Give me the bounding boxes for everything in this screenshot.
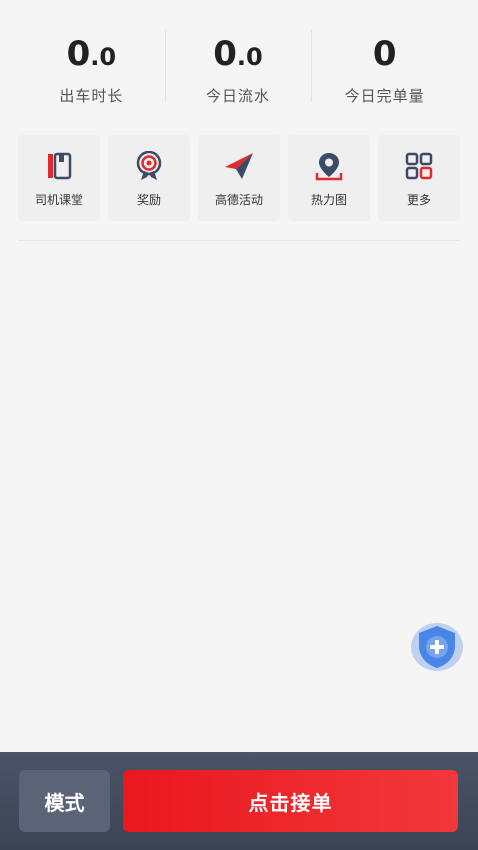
feature-heatmap[interactable]: 热力图 bbox=[288, 135, 370, 221]
stat-label: 今日完单量 bbox=[344, 87, 425, 105]
location-pin-icon bbox=[313, 150, 345, 182]
feature-label: 司机课堂 bbox=[34, 193, 83, 207]
feature-driver-class[interactable]: 司机课堂 bbox=[18, 135, 100, 221]
feature-label: 奖励 bbox=[136, 193, 161, 207]
stat-online-duration[interactable]: 0.0 出车时长 bbox=[18, 24, 165, 106]
stat-label: 出车时长 bbox=[59, 87, 124, 105]
stat-label: 今日流水 bbox=[206, 87, 271, 105]
shield-plus-icon bbox=[410, 622, 464, 676]
stats-row: 0.0 出车时长 0.0 今日流水 0 今日完单量 bbox=[18, 24, 458, 106]
feature-label: 更多 bbox=[406, 193, 431, 207]
feature-more[interactable]: 更多 bbox=[378, 135, 460, 221]
paper-plane-icon bbox=[223, 150, 255, 182]
bottom-action-bar: 模式 点击接单 bbox=[0, 752, 478, 850]
safety-shield-button[interactable] bbox=[410, 622, 464, 676]
stat-value: 0.0 bbox=[66, 34, 117, 74]
driver-home-screen: 0.0 出车时长 0.0 今日流水 0 今日完单量 司机课堂 奖励 高德活动 热… bbox=[0, 0, 478, 850]
feature-amap-activity[interactable]: 高德活动 bbox=[198, 135, 280, 221]
accept-orders-button[interactable]: 点击接单 bbox=[123, 770, 458, 832]
feature-label: 高德活动 bbox=[214, 193, 263, 207]
divider bbox=[18, 240, 460, 241]
mode-button[interactable]: 模式 bbox=[19, 770, 110, 832]
grid-icon bbox=[403, 150, 435, 182]
stat-value: 0.0 bbox=[213, 34, 263, 74]
feature-rewards[interactable]: 奖励 bbox=[108, 135, 190, 221]
book-icon bbox=[43, 150, 75, 182]
medal-icon bbox=[133, 150, 165, 182]
feature-label: 热力图 bbox=[310, 193, 347, 207]
stat-value: 0 bbox=[372, 34, 397, 74]
feature-grid: 司机课堂 奖励 高德活动 热力图 更多 bbox=[18, 135, 460, 221]
stat-today-orders[interactable]: 0 今日完单量 bbox=[311, 24, 458, 106]
stat-today-income[interactable]: 0.0 今日流水 bbox=[164, 24, 312, 106]
